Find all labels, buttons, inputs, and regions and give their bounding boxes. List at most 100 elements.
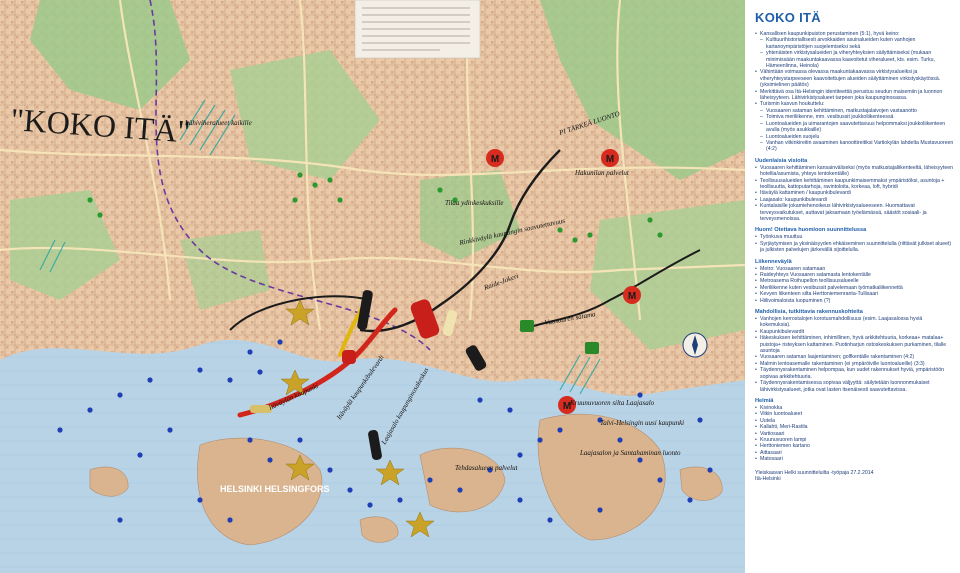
blue-dot <box>267 457 273 463</box>
svg-text:M: M <box>628 291 636 302</box>
blue-dot <box>517 452 523 458</box>
section-item: Kuntalaisille jokamiehenoikeus lähivirki… <box>755 203 954 222</box>
section-heading: Liikenneväylä <box>755 258 792 265</box>
blue-dot <box>477 397 483 403</box>
blue-dot <box>427 477 433 483</box>
section-item: Täydennysrakentaminen helpompaa, kun uud… <box>755 367 954 380</box>
city-label: HELSINKI HELSINGFORS <box>220 484 330 494</box>
blue-dot <box>657 477 663 483</box>
green-dot <box>297 172 303 178</box>
metro-station-marker: M <box>486 149 504 167</box>
map-annotation: Kruunuvuoren silta Laajasalo <box>569 399 655 407</box>
footer-area: Itä-Helsinki <box>755 475 781 482</box>
section-item: Vanhojen kerrostalojen korotusmahdollisu… <box>755 316 954 329</box>
section-list: Vanhojen kerrostalojen korotusmahdollisu… <box>755 316 954 393</box>
section-item: Matosaari <box>755 456 954 463</box>
blue-dot <box>57 427 63 433</box>
section-list: Metro: Vuosaaren satamaanRaideyhteys Vuo… <box>755 266 954 305</box>
blue-dot <box>557 427 563 433</box>
green-dot <box>587 232 593 238</box>
map-annotation: Lähiviheralueet kaikille <box>184 119 252 127</box>
green-dot <box>327 177 333 183</box>
blue-dot <box>517 497 523 503</box>
map-annotation: Laajasalon ja Santahaminan luonto <box>579 449 681 457</box>
map-annotation: Talvi-Helsingin uusi kaupunki <box>600 419 684 427</box>
map-annotation: Tilaa ydinkeskuksille <box>445 199 504 207</box>
green-dot <box>572 237 578 243</box>
section-list: Vuosaaren kehittäminen kansainväliseksi … <box>755 165 954 223</box>
blue-dot <box>347 487 353 493</box>
section-heading: Huom! Otettava huomioon suunnittelussa <box>755 227 867 234</box>
intro-list: Kansallisen kaupunkipuiston perustaminen… <box>755 31 954 153</box>
blue-dot <box>537 437 543 443</box>
metro-station-marker: M <box>601 149 619 167</box>
green-dot <box>87 197 93 203</box>
intro-item: yhtenäisten virkistysalueiden ja viheryh… <box>755 50 954 69</box>
section-heading: Uudenlaisia visioita <box>755 157 808 164</box>
section-item: Hiilivoimaloista luopuminen (?) <box>755 298 954 305</box>
panel-title: KOKO ITÄ <box>755 10 821 25</box>
blue-dot <box>137 452 143 458</box>
map-canvas: M M M M "KOKO ITÄ" HELSINKI HELSINGFORS … <box>0 0 745 573</box>
intro-item: Vanhan viikinkireitin avaaminen kanootti… <box>755 140 954 153</box>
map-annotation: Tehdasalueen palvelut <box>455 464 519 472</box>
green-dot <box>437 187 443 193</box>
green-dot <box>657 232 663 238</box>
svg-text:M: M <box>606 154 614 165</box>
blue-dot <box>637 457 643 463</box>
blue-dot <box>457 487 463 493</box>
blue-dot <box>697 417 703 423</box>
blue-dot <box>327 467 333 473</box>
panel-sections: Uudenlaisia visioitaVuosaaren kehittämin… <box>755 158 954 463</box>
section-list: Työnkuva muuttuuSyrjäytymisen ja yksinäi… <box>755 234 954 253</box>
intro-item: Vähintään voimassa olevassa maakuntakaav… <box>755 69 954 88</box>
blue-dot <box>277 339 283 345</box>
blue-dot <box>397 497 403 503</box>
blue-dot <box>637 392 643 398</box>
section-item: Vuosaaren kehittäminen kansainväliseksi … <box>755 165 954 178</box>
green-dot <box>557 227 563 233</box>
panel-footer: Yleiskaavan Helki suunnitteluilta -työpa… <box>755 470 954 483</box>
blue-dot <box>167 427 173 433</box>
blue-dot <box>227 377 233 383</box>
blue-dot <box>547 517 553 523</box>
green-dot <box>97 212 103 218</box>
green-dot <box>337 197 343 203</box>
green-dot <box>647 217 653 223</box>
blue-dot <box>687 497 693 503</box>
svg-text:M: M <box>491 154 499 165</box>
blue-dot <box>197 497 203 503</box>
blue-dot <box>617 437 623 443</box>
intro-item: Luontoalueiden ja uimarantojen saavutett… <box>755 121 954 134</box>
blue-dot <box>257 369 263 375</box>
section-item: Täydennysrakentamisessa sopivaa väljyytt… <box>755 380 954 393</box>
blue-dot <box>367 502 373 508</box>
intro-item: Kulttuurihistoriallisesti arvokkaiden as… <box>755 37 954 50</box>
green-dot <box>312 182 318 188</box>
section-heading: Helmiä <box>755 397 774 404</box>
section-item: Itäkeskuksen kehittäminen, inhimillinen,… <box>755 335 954 354</box>
blue-dot <box>227 517 233 523</box>
map-annotation: Hakunilan palvelut <box>574 169 630 177</box>
compass-rose <box>682 332 708 358</box>
blue-dot <box>297 437 303 443</box>
green-dot <box>292 197 298 203</box>
blue-dot <box>147 377 153 383</box>
summary-panel: KOKO ITÄ Kansallisen kaupunkipuiston per… <box>745 0 960 573</box>
blue-dot <box>197 367 203 373</box>
blue-dot <box>597 507 603 513</box>
section-list: KivinokkaViikin luontoalueetUutelaKallah… <box>755 405 954 463</box>
blue-dot <box>247 437 253 443</box>
blue-dot <box>507 407 513 413</box>
section-item: Syrjäytymisen ja yksinäisyyden ehkäisemi… <box>755 241 954 254</box>
annotated-city-map: M M M M "KOKO ITÄ" HELSINKI HELSINGFORS … <box>0 0 745 573</box>
section-heading: Mahdollisia, tutkittavia rakennuskohteit… <box>755 309 863 316</box>
blue-dot <box>117 392 123 398</box>
section-item: Teollisuusalueiden kehittäminen kaupunki… <box>755 178 954 191</box>
blue-dot <box>87 407 93 413</box>
blue-dot <box>247 349 253 355</box>
metro-station-marker: M <box>623 286 641 304</box>
blue-dot <box>707 467 713 473</box>
intro-item: Merkittävä osa Itä-Helsingin identiteett… <box>755 89 954 102</box>
blue-dot <box>117 517 123 523</box>
